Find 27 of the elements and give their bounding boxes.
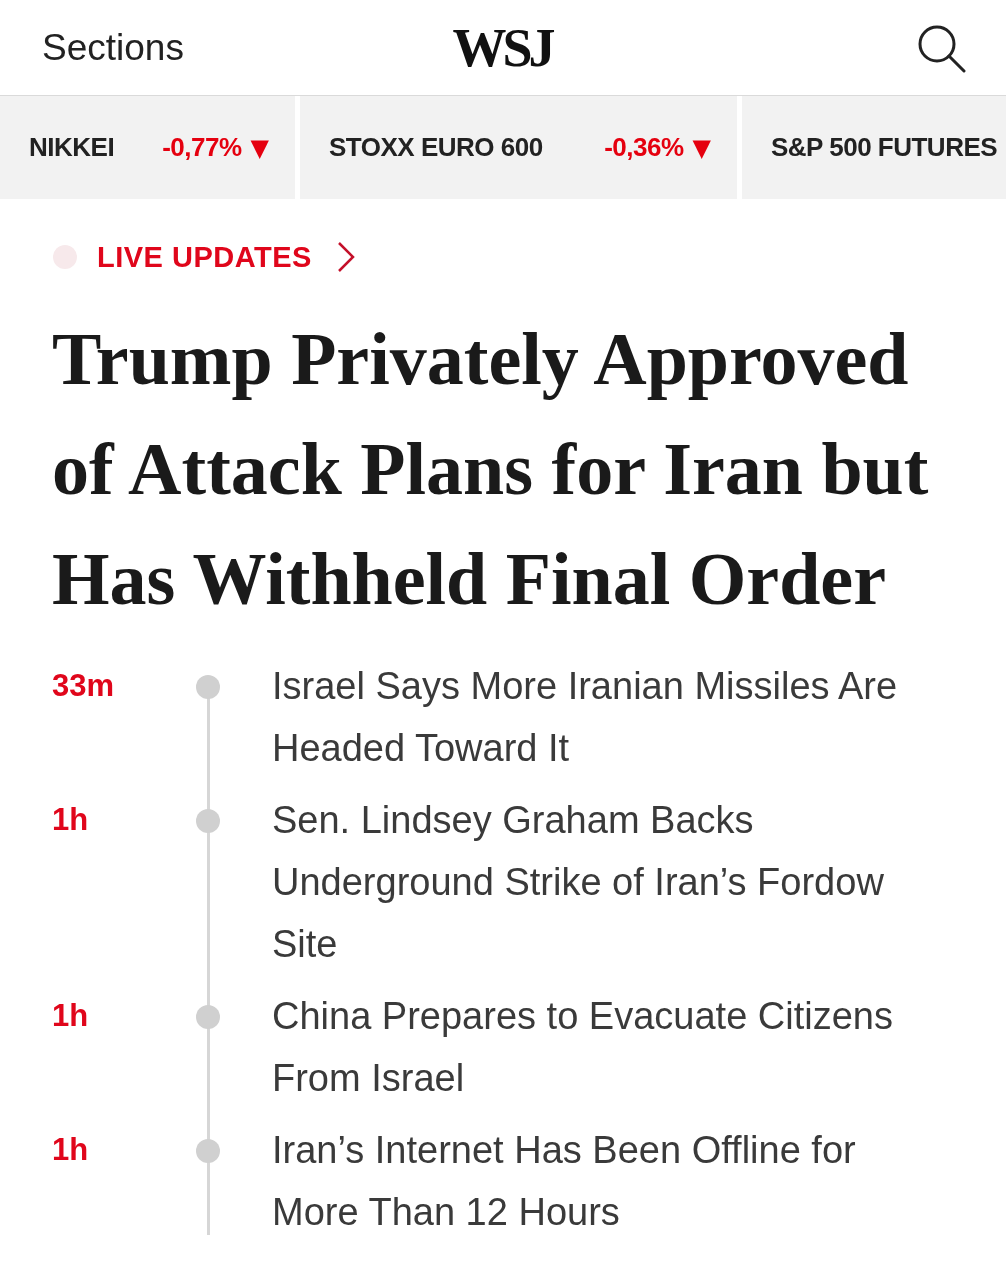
index-name: STOXX EURO 600 <box>329 131 543 164</box>
time-label: 1h <box>52 1131 89 1169</box>
logo[interactable]: WSJ <box>452 20 556 75</box>
update-headline-link[interactable]: Israel Says More Iranian Missiles Are Headed Toward It <box>272 655 927 779</box>
trend-arrow: ▼ <box>250 135 269 160</box>
ticker-tile[interactable]: STOXX EURO 600 -0,36% ▼ <box>300 96 737 199</box>
update-headline-link[interactable]: China Prepares to Evacuate Citizens From Israel <box>272 985 927 1109</box>
live-updates-link[interactable]: LIVE UPDATES <box>97 238 356 276</box>
headline-link[interactable]: Trump Privately Approved of Attack Plans for Iran but Has Withheld Final Order <box>52 304 947 634</box>
update-headline-link[interactable]: Iran’s Internet Has Been Offline for More Than 12 Hours <box>272 1119 927 1243</box>
index-name: S&P 500 FUTURES <box>771 131 998 164</box>
chevron-right-icon <box>335 241 356 273</box>
timeline-dot-icon <box>196 1139 220 1163</box>
time-label: 1h <box>52 801 89 839</box>
timeline-dot-icon <box>196 809 220 833</box>
sections-menu-button[interactable]: Sections <box>42 29 184 66</box>
trend-arrow: ▼ <box>692 135 711 160</box>
index-change: -0,36% <box>604 131 684 164</box>
index-change: -0,77% <box>162 131 242 164</box>
update-headline-link[interactable]: Sen. Lindsey Graham Backs Underground Strike of Iran’s Fordow Site <box>272 789 927 975</box>
ticker-tile[interactable]: NIKKEI -0,77% ▼ <box>0 96 295 199</box>
ticker-tile[interactable]: S&P 500 FUTURES <box>742 96 1006 199</box>
time-label: 33m <box>52 667 115 705</box>
timeline-dot-icon <box>196 1005 220 1029</box>
time-label: 1h <box>52 997 89 1035</box>
timeline-dot-icon <box>196 675 220 699</box>
index-name: NIKKEI <box>29 131 115 164</box>
